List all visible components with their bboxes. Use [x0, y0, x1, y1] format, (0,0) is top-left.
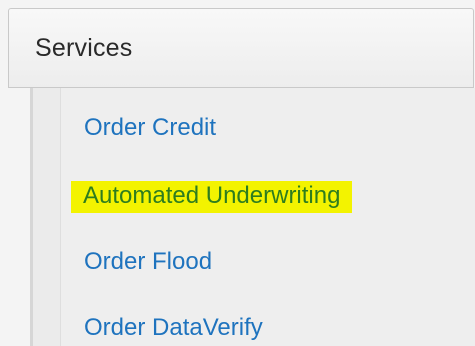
nav-item-automated-underwriting[interactable]: Automated Underwriting	[71, 181, 353, 213]
panel-title: Services	[35, 34, 133, 62]
panel-body: Order Credit Automated Underwriting Orde…	[30, 88, 475, 346]
panel-header: Services	[8, 8, 474, 88]
services-panel: Services Order Credit Automated Underwri…	[8, 8, 475, 346]
services-nav-list: Order Credit Automated Underwriting Orde…	[60, 88, 475, 346]
nav-item-order-dataverify[interactable]: Order DataVerify	[84, 313, 263, 343]
nav-item-order-credit[interactable]: Order Credit	[84, 113, 216, 143]
nav-item-order-flood[interactable]: Order Flood	[84, 247, 212, 277]
